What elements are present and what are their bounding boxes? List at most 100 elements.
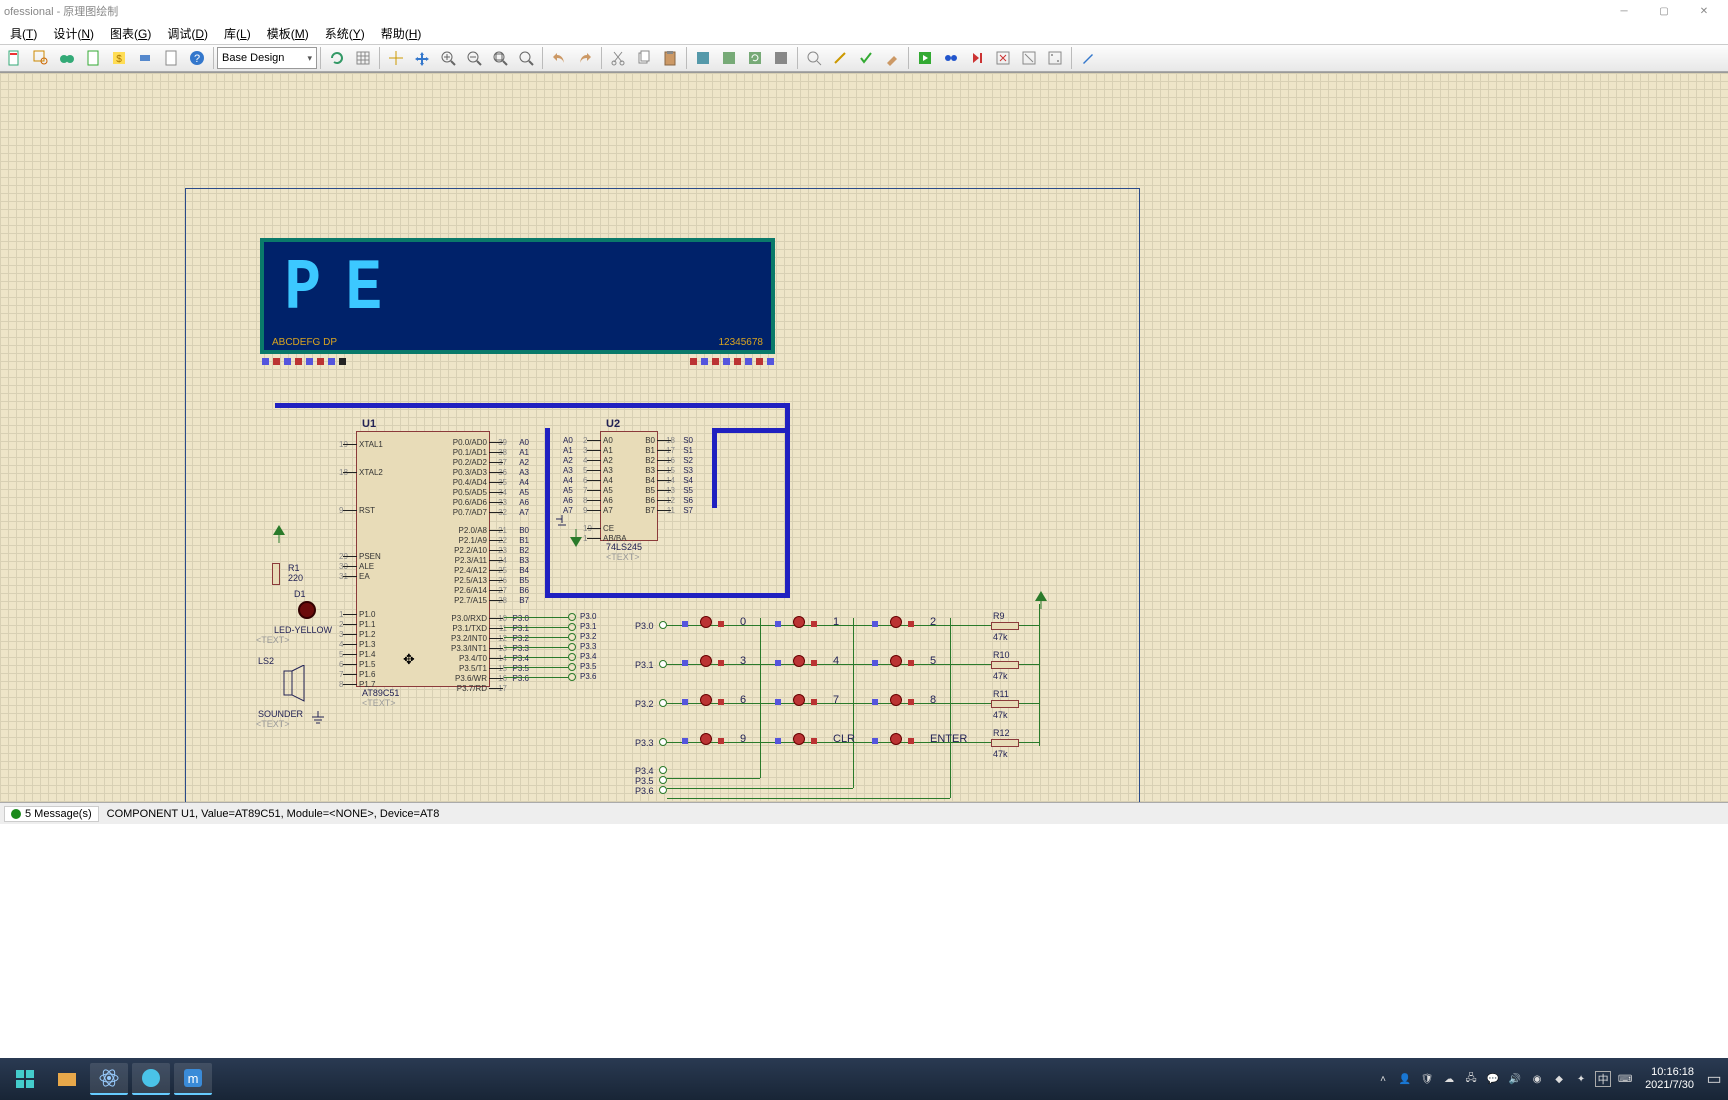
port-P3.5[interactable] <box>568 663 576 671</box>
tool-hammer-icon[interactable] <box>880 46 904 70</box>
keypad-btn-4[interactable]: 4 <box>783 657 833 675</box>
tray-net-icon[interactable]: 🖧 <box>1463 1071 1479 1087</box>
tool-net2-icon[interactable] <box>1043 46 1067 70</box>
keypad-btn-1[interactable]: 1 <box>783 618 833 636</box>
tool-zoom-region-icon[interactable] <box>29 46 53 70</box>
keypad-row-port-3[interactable] <box>659 738 667 746</box>
tool-help-icon[interactable]: ? <box>185 46 209 70</box>
keypad-btn-6[interactable]: 6 <box>690 696 740 714</box>
tray-vol-icon[interactable]: 🔊 <box>1507 1071 1523 1087</box>
keypad-btn-ENTER[interactable]: ENTER <box>880 735 930 753</box>
tool-stop-icon[interactable] <box>991 46 1015 70</box>
minimize-button[interactable]: ─ <box>1604 1 1644 21</box>
keypad-btn-5[interactable]: 5 <box>880 657 930 675</box>
design-level-combo[interactable]: Base Design ▾ <box>217 47 317 69</box>
tool-money-icon[interactable]: $ <box>107 46 131 70</box>
keypad-btn-0[interactable]: 0 <box>690 618 740 636</box>
tool-cut-icon[interactable] <box>606 46 630 70</box>
tool-chip-icon[interactable] <box>133 46 157 70</box>
port-P3.3[interactable] <box>568 643 576 651</box>
tool-run-icon[interactable] <box>913 46 937 70</box>
notifications-button[interactable]: ▭ <box>1706 1063 1722 1095</box>
close-button[interactable]: ✕ <box>1684 1 1724 21</box>
tool-redraw-icon[interactable] <box>325 46 349 70</box>
messages-button[interactable]: 5 Message(s) <box>4 806 99 822</box>
tray-ime[interactable]: 中 <box>1595 1071 1611 1087</box>
seven-segment-display[interactable]: P E ABCDEFG DP 12345678 <box>260 238 775 354</box>
keypad-btn-CLR[interactable]: CLR <box>783 735 833 753</box>
tool-find-icon[interactable] <box>939 46 963 70</box>
tool-paste-icon[interactable] <box>658 46 682 70</box>
tool-zoom-out-icon[interactable] <box>462 46 486 70</box>
tool-block-rotate-icon[interactable] <box>743 46 767 70</box>
tool-redo-icon[interactable] <box>573 46 597 70</box>
r1-body[interactable] <box>272 563 280 585</box>
tool-block-copy-icon[interactable] <box>691 46 715 70</box>
tray-cloud-icon[interactable]: ☁ <box>1441 1071 1457 1087</box>
taskbar-app-files[interactable] <box>48 1063 86 1095</box>
port-P3.2[interactable] <box>568 633 576 641</box>
tool-zoom-area-icon[interactable] <box>514 46 538 70</box>
tool-undo-icon[interactable] <box>547 46 571 70</box>
tray-user-icon[interactable]: 👤 <box>1397 1071 1413 1087</box>
menu-t[interactable]: 具(T) <box>2 23 45 44</box>
R11-body[interactable] <box>991 700 1019 708</box>
chip-u2[interactable]: U2 74LS245 <TEXT> 2 A0 A03 A1 A14 A2 A25… <box>600 431 658 541</box>
menu-d[interactable]: 调试(D) <box>159 23 216 44</box>
port-P3.1[interactable] <box>568 623 576 631</box>
keypad-col-port-1[interactable] <box>659 776 667 784</box>
menu-g[interactable]: 图表(G) <box>102 23 159 44</box>
tool-origin-icon[interactable] <box>384 46 408 70</box>
start-button[interactable] <box>6 1063 44 1095</box>
menu-y[interactable]: 系统(Y) <box>317 23 373 44</box>
taskbar-app-m[interactable]: m <box>174 1063 212 1095</box>
chip-u1[interactable]: U1 AT89C51 <TEXT> 19 XTAL118 XTAL29 RST2… <box>356 431 490 687</box>
tool-block-delete-icon[interactable] <box>769 46 793 70</box>
port-P3.4[interactable] <box>568 653 576 661</box>
menu-h[interactable]: 帮助(H) <box>373 23 430 44</box>
keypad-row-port-2[interactable] <box>659 699 667 707</box>
tool-grid-icon[interactable] <box>351 46 375 70</box>
port-P3.0[interactable] <box>568 613 576 621</box>
keypad-btn-2[interactable]: 2 <box>880 618 930 636</box>
tray-keyboard-icon[interactable]: ⌨ <box>1617 1071 1633 1087</box>
tray-up-icon[interactable]: ˄ <box>1375 1071 1391 1087</box>
menu-n[interactable]: 设计(N) <box>45 23 102 44</box>
led-d1[interactable] <box>298 601 316 619</box>
tray-app2-icon[interactable]: ◆ <box>1551 1071 1567 1087</box>
keypad-row-port-1[interactable] <box>659 660 667 668</box>
tool-step-icon[interactable] <box>965 46 989 70</box>
taskbar-clock[interactable]: 10:16:18 2021/7/30 <box>1637 1066 1702 1092</box>
tray-shield-icon[interactable]: 🛡 <box>1419 1071 1435 1087</box>
tool-tick-icon[interactable] <box>854 46 878 70</box>
keypad-btn-8[interactable]: 8 <box>880 696 930 714</box>
tool-net1-icon[interactable] <box>1017 46 1041 70</box>
keypad-btn-9[interactable]: 9 <box>690 735 740 753</box>
tool-pen-icon[interactable] <box>1076 46 1100 70</box>
tool-wand-icon[interactable] <box>828 46 852 70</box>
tool-new-icon[interactable] <box>3 46 27 70</box>
keypad-col-port-2[interactable] <box>659 786 667 794</box>
taskbar-app-atom[interactable] <box>90 1063 128 1095</box>
tray-app1-icon[interactable]: ◉ <box>1529 1071 1545 1087</box>
menu-m[interactable]: 模板(M) <box>259 23 317 44</box>
R12-body[interactable] <box>991 739 1019 747</box>
R9-body[interactable] <box>991 622 1019 630</box>
tool-pan-icon[interactable] <box>410 46 434 70</box>
menu-l[interactable]: 库(L) <box>216 23 259 44</box>
schematic-canvas[interactable]: P E ABCDEFG DP 12345678 U1 AT89C51 <TEXT… <box>0 72 1728 802</box>
tool-doc2-icon[interactable] <box>159 46 183 70</box>
tool-copy-icon[interactable] <box>632 46 656 70</box>
tool-doc1-icon[interactable] <box>81 46 105 70</box>
keypad-btn-3[interactable]: 3 <box>690 657 740 675</box>
taskbar-app-chat[interactable] <box>132 1063 170 1095</box>
tool-zoom-in-icon[interactable] <box>436 46 460 70</box>
sounder-icon[interactable] <box>282 665 310 707</box>
maximize-button[interactable]: ▢ <box>1644 1 1684 21</box>
R10-body[interactable] <box>991 661 1019 669</box>
keypad-col-port-0[interactable] <box>659 766 667 774</box>
keypad-btn-7[interactable]: 7 <box>783 696 833 714</box>
tray-msg-icon[interactable]: 💬 <box>1485 1071 1501 1087</box>
tool-pick-icon[interactable] <box>802 46 826 70</box>
tray-app3-icon[interactable]: ✦ <box>1573 1071 1589 1087</box>
